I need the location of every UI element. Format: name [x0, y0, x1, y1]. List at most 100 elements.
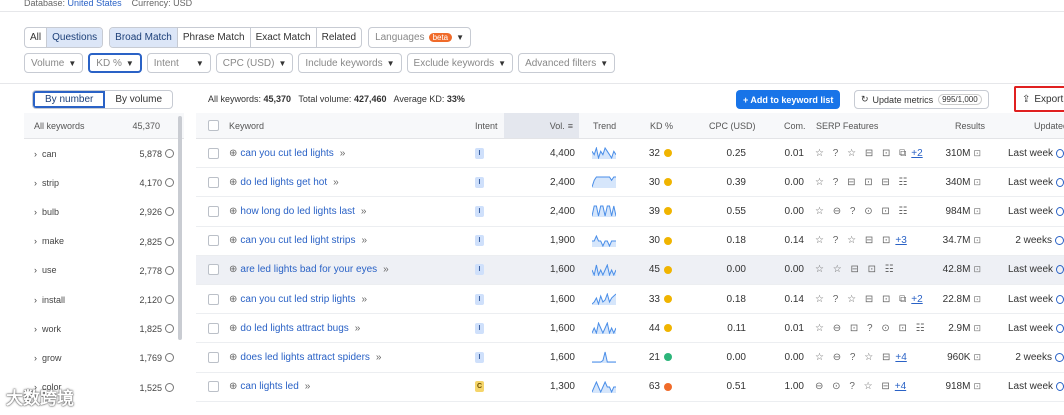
advanced-filters[interactable]: Advanced filters ▼ [518, 53, 616, 73]
sidebar-item[interactable]: › use 2,778 [24, 256, 184, 285]
col-volume[interactable]: Vol. ≡ [504, 113, 579, 138]
add-keyword-icon[interactable]: ⊕ [229, 264, 237, 275]
sidebar-item[interactable]: › grow 1,769 [24, 343, 184, 372]
by-volume-tab[interactable]: By volume [105, 91, 172, 108]
intent-filter[interactable]: Intent ▼ [146, 53, 211, 73]
col-intent[interactable]: Intent [475, 113, 498, 138]
refresh-icon[interactable] [1056, 177, 1064, 187]
select-all-checkbox[interactable] [208, 120, 219, 131]
open-keyword-icon[interactable]: » [376, 352, 382, 363]
refresh-icon[interactable] [1056, 206, 1064, 216]
col-kd[interactable]: KD % [650, 113, 673, 138]
serp-more-link[interactable]: +4 [895, 352, 906, 363]
col-cpc[interactable]: CPC (USD) [709, 113, 756, 138]
serp-snapshot-icon[interactable]: ⊡ [973, 264, 981, 275]
refresh-icon[interactable] [1056, 265, 1064, 275]
keyword-link[interactable]: can you cut led light strips [240, 235, 355, 246]
sidebar-item[interactable]: › can 5,878 [24, 139, 184, 168]
row-checkbox[interactable] [208, 205, 219, 217]
volume-filter[interactable]: Volume ▼ [24, 53, 84, 73]
serp-snapshot-icon[interactable]: ⊡ [973, 352, 981, 363]
row-checkbox[interactable] [208, 293, 219, 305]
open-keyword-icon[interactable]: » [361, 294, 367, 305]
row-checkbox[interactable] [208, 147, 219, 159]
tab-questions[interactable]: Questions [47, 28, 103, 47]
tab-exact-match[interactable]: Exact Match [251, 28, 317, 47]
serp-snapshot-icon[interactable]: ⊡ [973, 294, 981, 305]
add-keyword-icon[interactable]: ⊕ [229, 235, 237, 246]
add-keyword-icon[interactable]: ⊕ [229, 148, 237, 159]
eye-icon[interactable] [165, 178, 174, 188]
keyword-link[interactable]: does led lights attract spiders [240, 352, 370, 363]
tab-phrase-match[interactable]: Phrase Match [178, 28, 251, 47]
col-trend[interactable]: Trend [593, 113, 616, 138]
row-checkbox[interactable] [208, 264, 219, 276]
row-checkbox[interactable] [208, 235, 219, 247]
row-checkbox[interactable] [208, 176, 219, 188]
eye-icon[interactable] [165, 295, 174, 305]
export-button[interactable]: ⇪ Export [1014, 86, 1064, 112]
eye-icon[interactable] [165, 353, 174, 363]
sidebar-item[interactable]: › strip 4,170 [24, 168, 184, 197]
col-serp[interactable]: SERP Features [816, 113, 878, 138]
include-keywords-filter[interactable]: Include keywords ▼ [298, 53, 402, 73]
col-keyword[interactable]: Keyword [229, 113, 264, 138]
col-results[interactable]: Results [955, 113, 985, 138]
table-row[interactable]: ⊕ are led lights bad for your eyes » I 1,6… [196, 255, 1064, 285]
serp-snapshot-icon[interactable]: ⊡ [973, 177, 981, 188]
table-row[interactable]: ⊕ can you cut led light strips » I 1,900 3… [196, 227, 1064, 256]
add-keyword-icon[interactable]: ⊕ [229, 294, 237, 305]
sidebar-all-keywords[interactable]: All keywords [34, 121, 85, 131]
sidebar-item[interactable]: › work 1,825 [24, 314, 184, 343]
open-keyword-icon[interactable]: » [383, 264, 389, 275]
sidebar-scrollbar[interactable] [178, 116, 182, 340]
eye-icon[interactable] [165, 324, 174, 334]
add-keyword-icon[interactable]: ⊕ [229, 323, 237, 334]
tab-broad-match[interactable]: Broad Match [110, 28, 178, 47]
sidebar-item[interactable]: › install 2,120 [24, 285, 184, 314]
add-keyword-icon[interactable]: ⊕ [229, 177, 237, 188]
add-keyword-icon[interactable]: ⊕ [229, 381, 237, 392]
table-row[interactable]: ⊕ can lights led » C 1,300 63 0.51 1.00 ⊖ … [196, 373, 1064, 402]
keyword-link[interactable]: can you cut led strip lights [240, 294, 355, 305]
open-keyword-icon[interactable]: » [333, 177, 339, 188]
refresh-icon[interactable] [1056, 294, 1064, 304]
serp-snapshot-icon[interactable]: ⊡ [973, 206, 981, 217]
eye-icon[interactable] [165, 236, 174, 246]
refresh-icon[interactable] [1056, 323, 1064, 333]
serp-snapshot-icon[interactable]: ⊡ [973, 323, 981, 334]
open-keyword-icon[interactable]: » [305, 381, 311, 392]
refresh-icon[interactable] [1055, 352, 1064, 362]
eye-icon[interactable] [165, 382, 174, 392]
serp-snapshot-icon[interactable]: ⊡ [973, 148, 981, 159]
by-number-tab[interactable]: By number [33, 91, 106, 108]
serp-more-link[interactable]: +4 [895, 381, 906, 392]
eye-icon[interactable] [165, 149, 174, 159]
currency-label[interactable]: Currency: USD [132, 0, 193, 8]
database-value[interactable]: United States [68, 0, 122, 8]
serp-more-link[interactable]: +2 [911, 148, 922, 159]
row-checkbox[interactable] [208, 381, 219, 393]
keyword-link[interactable]: are led lights bad for your eyes [240, 264, 377, 275]
table-row[interactable]: ⊕ does led lights attract spiders » I 1,60… [196, 343, 1064, 373]
refresh-icon[interactable] [1056, 148, 1064, 158]
open-keyword-icon[interactable]: » [361, 235, 367, 246]
add-keyword-icon[interactable]: ⊕ [229, 206, 237, 217]
row-checkbox[interactable] [208, 351, 219, 363]
update-metrics-button[interactable]: ↻ Update metrics 995/1,000 [854, 90, 989, 109]
keyword-link[interactable]: do led lights attract bugs [240, 323, 348, 334]
add-keyword-icon[interactable]: ⊕ [229, 352, 237, 363]
tab-all[interactable]: All [25, 28, 48, 47]
refresh-icon[interactable] [1056, 382, 1064, 392]
serp-snapshot-icon[interactable]: ⊡ [973, 381, 981, 392]
eye-icon[interactable] [165, 207, 174, 217]
sidebar-item[interactable]: › bulb 2,926 [24, 197, 184, 226]
serp-more-link[interactable]: +3 [895, 235, 906, 246]
table-row[interactable]: ⊕ can you cut led strip lights » I 1,600 3… [196, 285, 1064, 315]
kd-filter[interactable]: KD % ▼ [88, 53, 142, 73]
row-checkbox[interactable] [208, 322, 219, 334]
table-row[interactable]: ⊕ do led lights attract bugs» I 1,600 44 … [196, 314, 1064, 344]
keyword-link[interactable]: can lights led [240, 381, 298, 392]
keyword-link[interactable]: can you cut led lights [240, 148, 333, 159]
tab-related[interactable]: Related [317, 28, 361, 47]
